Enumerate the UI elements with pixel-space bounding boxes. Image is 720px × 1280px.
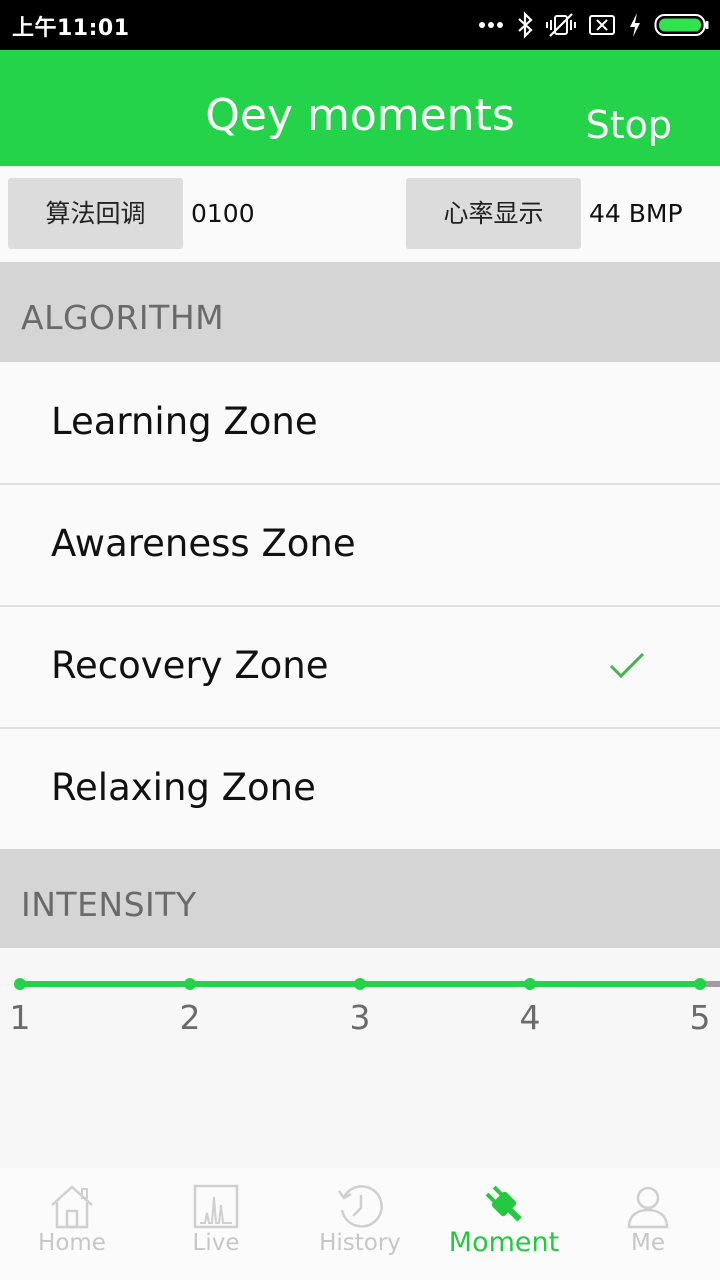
- zone-item-awareness[interactable]: Awareness Zone: [0, 484, 720, 606]
- slider-tick-label: 4: [519, 998, 541, 1037]
- intensity-slider[interactable]: 1 2 3 4 5: [0, 948, 720, 1168]
- nav-label: Home: [38, 1230, 106, 1256]
- slider-tick-label: 5: [689, 998, 711, 1037]
- zone-label: Awareness Zone: [51, 522, 356, 565]
- slider-stop-4[interactable]: [524, 978, 536, 990]
- heart-rate-value: 44 BMP: [589, 199, 683, 228]
- nav-label: History: [319, 1230, 401, 1256]
- heart-rate-button[interactable]: 心率显示: [406, 178, 581, 249]
- app-bar: Qey moments Stop: [0, 50, 720, 166]
- zone-item-learning[interactable]: Learning Zone: [0, 362, 720, 484]
- nav-label: Me: [631, 1230, 665, 1256]
- charging-icon: [628, 12, 642, 38]
- intensity-section-header: INTENSITY: [0, 849, 720, 948]
- battery-icon: [654, 13, 710, 37]
- slider-tick-label: 1: [9, 998, 31, 1037]
- bluetooth-icon: [516, 11, 534, 39]
- vibrate-off-icon: [546, 11, 576, 39]
- nav-item-home[interactable]: Home: [0, 1168, 144, 1280]
- stop-button[interactable]: Stop: [586, 100, 672, 150]
- person-icon: [626, 1183, 670, 1233]
- algorithm-value: 0100: [191, 199, 255, 228]
- history-clock-icon: [336, 1183, 384, 1233]
- algorithm-callback-button[interactable]: 算法回调: [8, 178, 183, 249]
- intensity-header-label: INTENSITY: [21, 885, 197, 924]
- bottom-nav: Home Live History Moment Me: [0, 1168, 720, 1280]
- status-icons: [478, 9, 710, 41]
- more-dots-icon: [478, 21, 504, 29]
- nav-item-moment[interactable]: Moment: [432, 1168, 576, 1280]
- slider-stop-2[interactable]: [184, 978, 196, 990]
- plug-icon: [479, 1180, 529, 1232]
- zone-item-relaxing[interactable]: Relaxing Zone: [0, 728, 720, 850]
- status-time: 上午11:01: [12, 16, 130, 41]
- zone-item-recovery[interactable]: Recovery Zone: [0, 606, 720, 728]
- zone-label: Learning Zone: [51, 400, 318, 443]
- sim-x-icon: [588, 14, 616, 36]
- live-chart-icon: [193, 1183, 239, 1233]
- zone-label: Recovery Zone: [51, 644, 329, 687]
- slider-track[interactable]: [20, 981, 720, 987]
- control-row: 算法回调 0100 心率显示 44 BMP: [0, 166, 720, 262]
- status-bar: 上午11:01: [0, 0, 720, 50]
- slider-stop-3[interactable]: [354, 978, 366, 990]
- slider-stop-5[interactable]: [694, 978, 706, 990]
- zone-label: Relaxing Zone: [51, 766, 316, 809]
- nav-item-live[interactable]: Live: [144, 1168, 288, 1280]
- slider-tick-label: 3: [349, 998, 371, 1037]
- nav-label: Moment: [448, 1227, 560, 1258]
- slider-tick-label: 2: [179, 998, 201, 1037]
- nav-item-me[interactable]: Me: [576, 1168, 720, 1280]
- slider-stop-1[interactable]: [14, 978, 26, 990]
- nav-label: Live: [192, 1230, 240, 1256]
- check-icon: [608, 651, 646, 685]
- algorithm-section-header: ALGORITHM: [0, 262, 720, 362]
- nav-item-history[interactable]: History: [288, 1168, 432, 1280]
- algorithm-header-label: ALGORITHM: [21, 298, 225, 337]
- home-icon: [48, 1183, 96, 1233]
- zone-list: Learning Zone Awareness Zone Recovery Zo…: [0, 362, 720, 849]
